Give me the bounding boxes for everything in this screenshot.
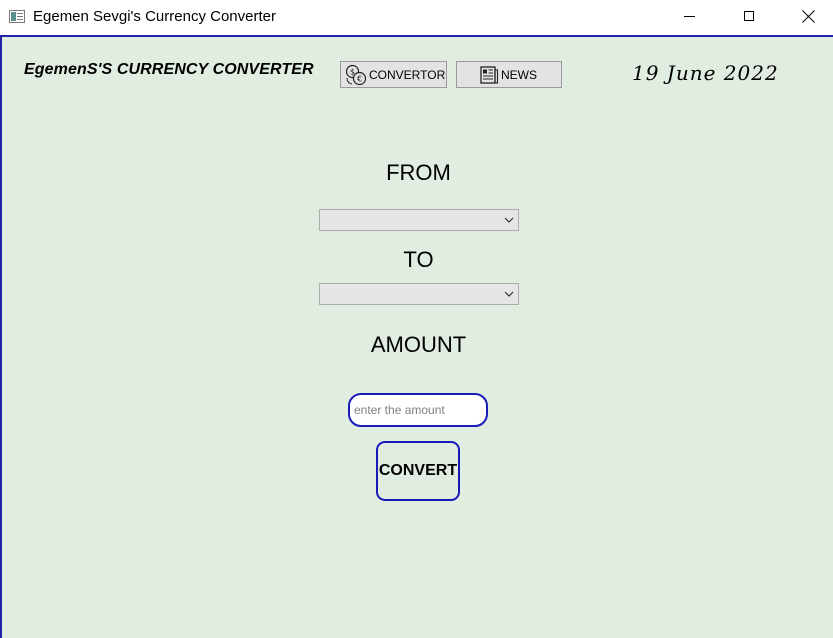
convertor-label: CONVERTOR [369, 67, 446, 82]
news-label: NEWS [501, 67, 537, 82]
maximize-icon [744, 11, 754, 21]
convertor-button[interactable]: $ € CONVERTOR [340, 61, 447, 88]
chevron-down-icon [504, 291, 514, 297]
app-window-icon [9, 10, 25, 23]
newspaper-icon [480, 65, 499, 84]
maximize-button[interactable] [720, 0, 778, 32]
minimize-button[interactable] [660, 0, 718, 32]
amount-input[interactable] [348, 393, 488, 427]
close-icon [802, 10, 815, 23]
current-date: 19 June 2022 [632, 61, 779, 85]
news-button[interactable]: NEWS [456, 61, 562, 88]
from-currency-select[interactable] [319, 209, 519, 231]
convert-button[interactable]: CONVERT [376, 441, 460, 501]
chevron-down-icon [504, 217, 514, 223]
to-label: TO [403, 247, 434, 272]
close-button[interactable] [779, 0, 833, 32]
main-window: EgemenS'S CURRENCY CONVERTER $ € CONVERT… [0, 35, 833, 638]
window-title: Egemen Sevgi's Currency Converter [33, 8, 276, 25]
minimize-icon [683, 15, 695, 17]
svg-text:€: € [357, 74, 362, 83]
app-brand-title: EgemenS'S CURRENCY CONVERTER [24, 61, 314, 78]
from-label: FROM [386, 160, 451, 185]
title-bar: Egemen Sevgi's Currency Converter [0, 0, 833, 35]
amount-label: AMOUNT [370, 332, 467, 357]
currency-exchange-icon: $ € [345, 64, 367, 85]
to-currency-select[interactable] [319, 283, 519, 305]
